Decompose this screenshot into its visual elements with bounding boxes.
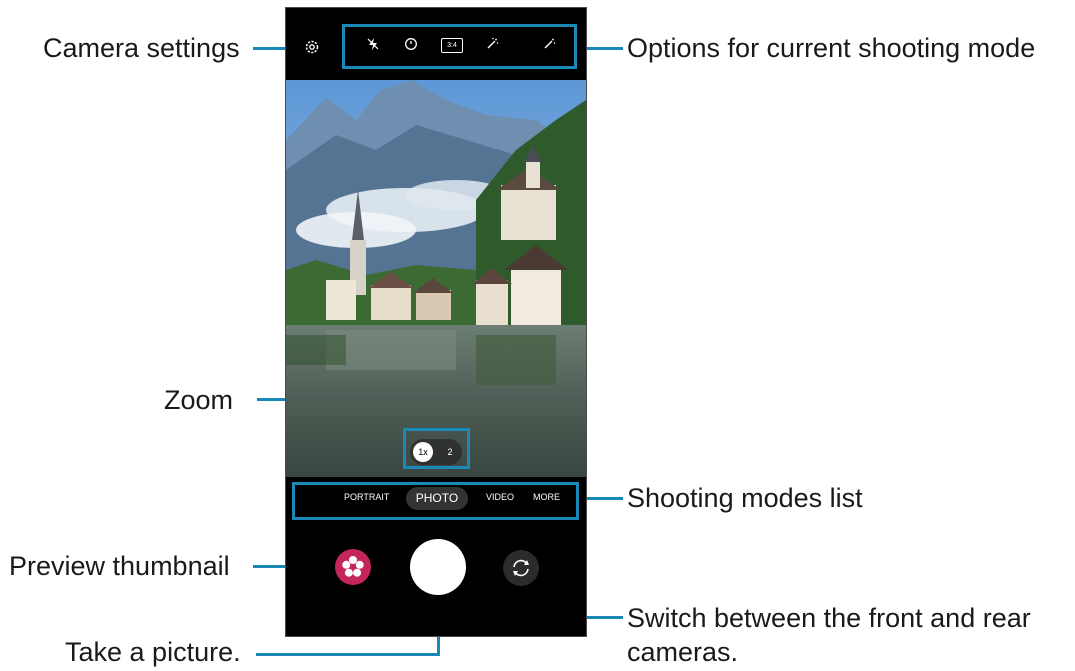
flash-off-icon[interactable]	[363, 37, 383, 57]
mode-more[interactable]: MORE	[533, 492, 560, 502]
switch-cameras-label-line1: Switch between the front and rear	[627, 603, 1031, 633]
shooting-modes-label: Shooting modes list	[627, 483, 863, 513]
mode-video[interactable]: VIDEO	[486, 492, 514, 502]
switch-camera-icon	[513, 559, 529, 577]
zoom-2x-button[interactable]: 2	[440, 442, 460, 462]
switch-camera-button[interactable]	[503, 550, 539, 586]
shutter-button[interactable]	[410, 539, 466, 595]
switch-cameras-label-line2: cameras.	[627, 637, 739, 667]
camera-settings-label: Camera settings	[43, 33, 240, 63]
camera-viewfinder[interactable]	[286, 80, 586, 477]
aspect-ratio-icon[interactable]: 3:4	[441, 36, 463, 56]
mode-portrait[interactable]: PORTRAIT	[344, 492, 389, 502]
filter-icon[interactable]	[482, 37, 502, 57]
preview-thumbnail-label: Preview thumbnail	[9, 551, 230, 581]
flower-icon	[342, 556, 364, 577]
filter-icon-right[interactable]	[539, 37, 559, 57]
take-picture-label: Take a picture.	[65, 637, 241, 667]
gear-icon[interactable]	[302, 39, 322, 59]
take-picture-line-h	[256, 653, 440, 656]
zoom-label: Zoom	[164, 385, 234, 415]
preview-thumbnail[interactable]	[335, 549, 371, 585]
phone-screen: 3:4 1x 2 PORTRAIT PHOTO VIDEO MORE	[285, 7, 587, 637]
mode-photo[interactable]: PHOTO	[406, 487, 468, 510]
zoom-control: 1x 2	[410, 439, 462, 465]
aspect-ratio-text: 3:4	[441, 38, 463, 53]
timer-icon[interactable]	[401, 37, 421, 57]
zoom-1x-button[interactable]: 1x	[413, 442, 433, 462]
options-mode-label: Options for current shooting mode	[627, 33, 1036, 63]
